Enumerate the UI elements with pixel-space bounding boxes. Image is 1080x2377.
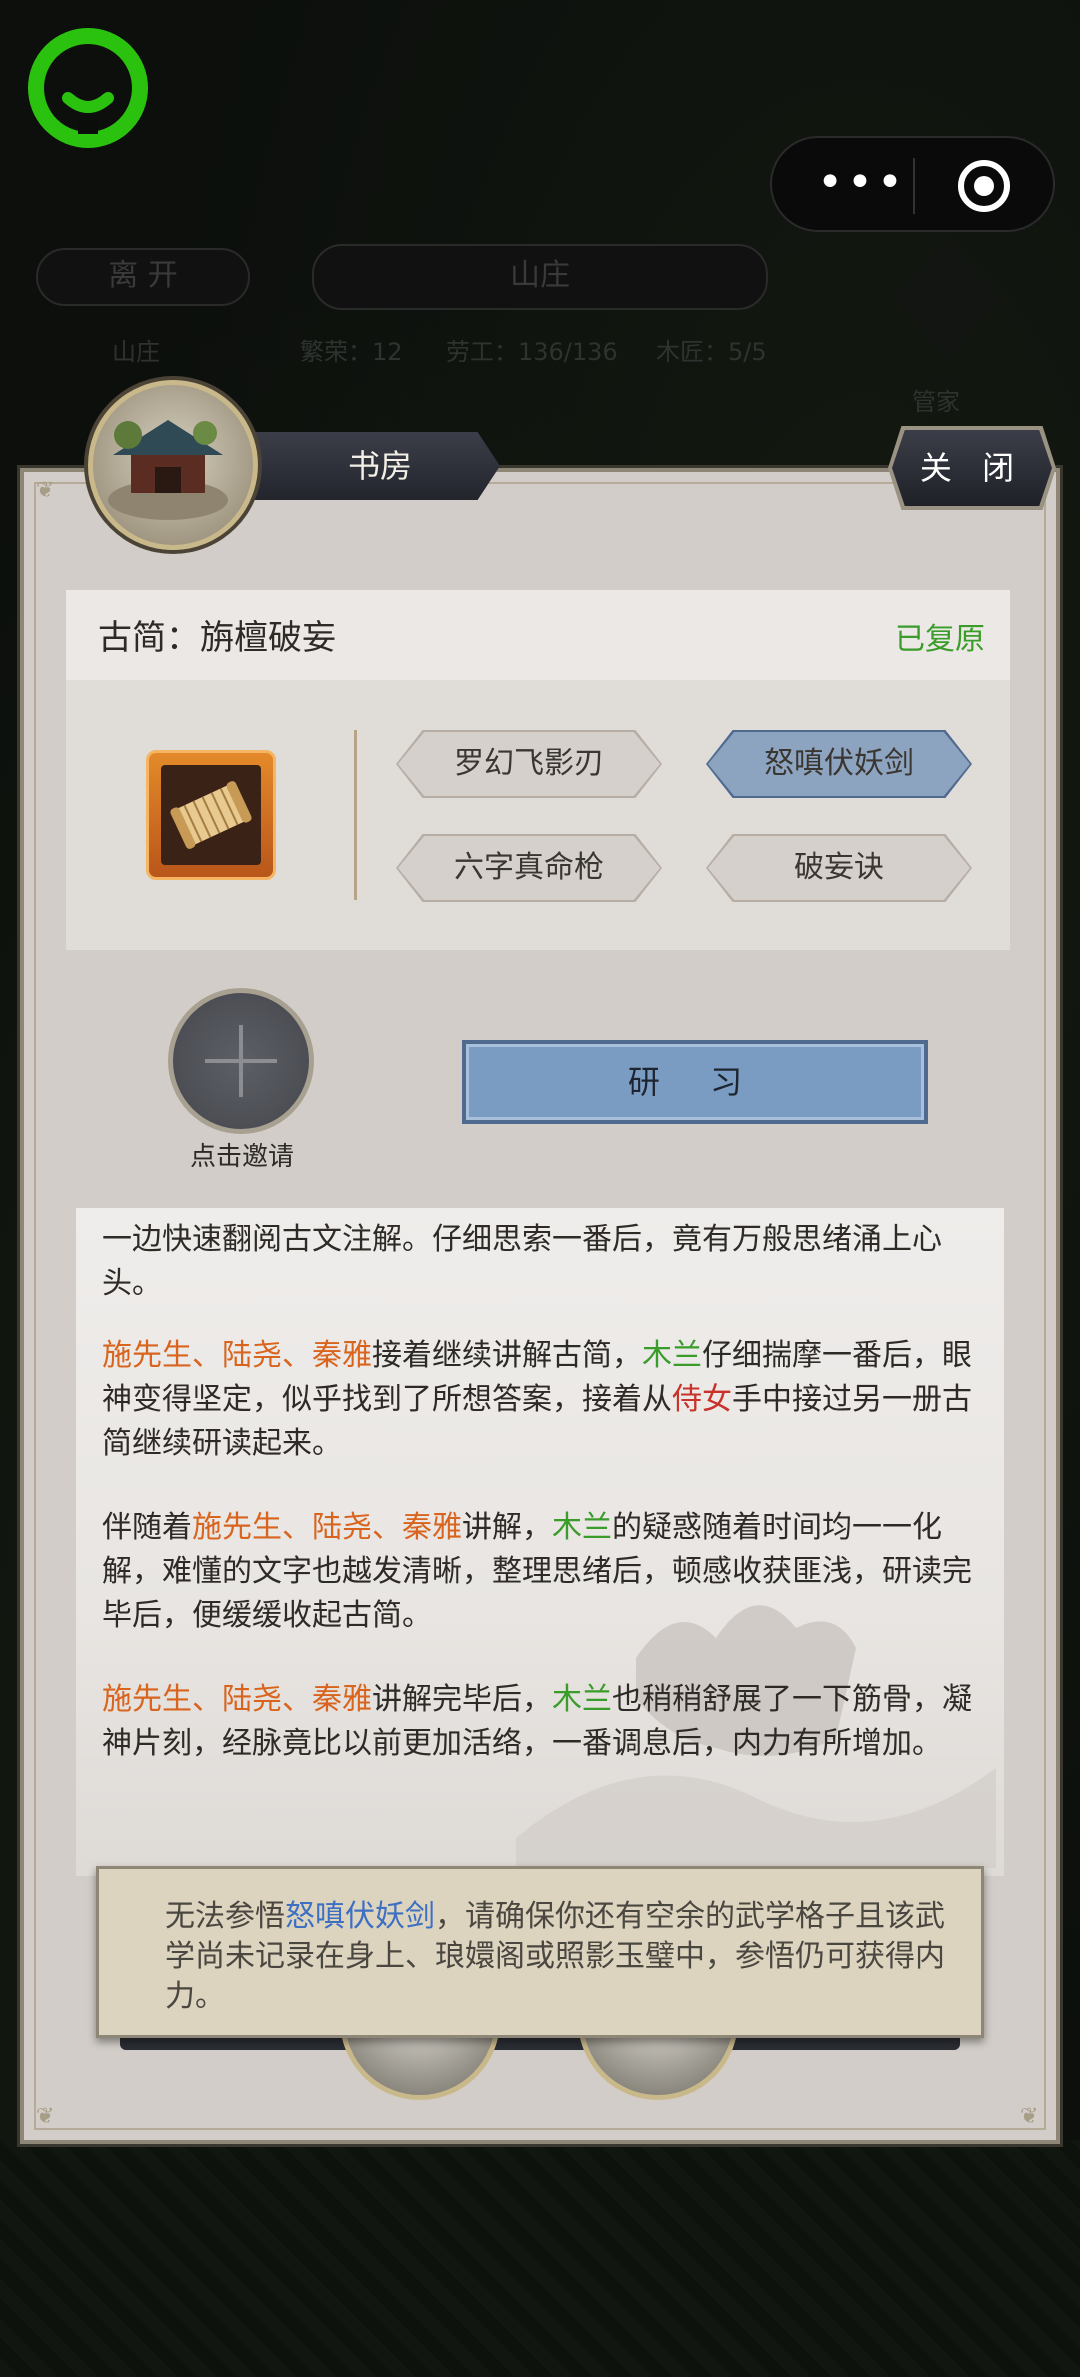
close-button[interactable]: 关 闭 (892, 430, 1052, 506)
scroll-status: 已复原 (895, 622, 985, 657)
manager-label: 管家 (912, 388, 960, 416)
scroll-item-icon[interactable] (146, 750, 276, 880)
teacher-names: 施先生、陆尧、秦雅 (102, 1338, 372, 1373)
panel-title: 书房 (347, 447, 412, 485)
hero-name: 木兰 (642, 1338, 702, 1373)
background-tiles (0, 2140, 1080, 2377)
log-paragraph-4: 施先生、陆尧、秦雅讲解完毕后，木兰也稍稍舒展了一下筋骨，凝神片刻，经脉竟比以前更… (102, 1678, 982, 1766)
log-text: 讲解， (462, 1510, 552, 1545)
leave-button: 离 开 (36, 248, 250, 306)
teacher-names: 施先生、陆尧、秦雅 (102, 1682, 372, 1717)
location-title: 山庄 (312, 244, 768, 310)
close-label: 关 闭 (919, 449, 1025, 487)
miniapp-logo-icon (28, 28, 148, 148)
target-icon[interactable] (956, 158, 1012, 214)
log-paragraph-2: 施先生、陆尧、秦雅接着继续讲解古简，木兰仔细揣摩一番后，眼神变得坚定，似乎找到了… (102, 1334, 982, 1466)
log-text: 一边快速翻阅古文注解。仔细思索一番后，竟有万般思绪涌上心头。 (102, 1222, 942, 1301)
notice-text: 无法参悟怒嗔伏妖剑，请确保你还有空余的武学格子且该武学尚未记录在身上、琅嬛阁或照… (165, 1897, 945, 2017)
skill-option-3[interactable]: 六字真命枪 (398, 836, 660, 900)
stat-labor: 劳工：136/136 (446, 338, 618, 366)
scroll-divider (354, 730, 357, 900)
teacher-names: 施先生、陆尧、秦雅 (192, 1510, 462, 1545)
stat-carpenter: 木匠：5/5 (656, 338, 767, 366)
panel-title-banner: 书房 (220, 432, 500, 500)
log-text: 讲解完毕后， (372, 1682, 552, 1717)
log-text: 接着继续讲解古简， (372, 1338, 642, 1373)
more-dots-icon[interactable]: ••• (812, 161, 912, 205)
log-paragraph-3: 伴随着施先生、陆尧、秦雅讲解，木兰的疑惑随着时间均一一化解，难懂的文字也越发清晰… (102, 1506, 982, 1638)
notice-toast: 无法参悟怒嗔伏妖剑，请确保你还有空余的武学格子且该武学尚未记录在身上、琅嬛阁或照… (96, 1866, 984, 2038)
corner-ornament: ❦ (1020, 2104, 1039, 2129)
hero-name: 木兰 (552, 1682, 612, 1717)
skill-option-4[interactable]: 破妄诀 (708, 836, 970, 900)
invite-button[interactable] (168, 988, 314, 1134)
skill-option-1[interactable]: 罗幻飞影刃 (398, 732, 660, 796)
invite-label: 点击邀请 (189, 1142, 294, 1172)
log-paragraph-1: 一边快速翻阅古文注解。仔细思索一番后，竟有万般思绪涌上心头。 (102, 1218, 982, 1306)
building-illustration (108, 420, 228, 520)
maid-name: 侍女 (672, 1382, 732, 1417)
hero-name: 木兰 (552, 1510, 612, 1545)
corner-ornament: ❦ (36, 478, 55, 503)
study-button[interactable]: 研 习 (462, 1040, 928, 1124)
leave-label: 离 开 (108, 258, 178, 293)
building-icon (88, 380, 258, 550)
plus-icon-vertical (239, 1025, 243, 1097)
scroll-title: 古简：旃檀破妄 (98, 618, 336, 658)
log-text: 伴随着 (102, 1510, 192, 1545)
miniapp-capsule: ••• (770, 136, 1055, 232)
location-label: 山庄 (510, 258, 570, 293)
scroll-graphic (170, 781, 252, 849)
study-label: 研 习 (627, 1063, 763, 1101)
stat-prosperity: 繁荣：12 (300, 338, 403, 366)
notice-skill-name: 怒嗔伏妖剑 (285, 1899, 435, 1934)
skill-option-2-selected[interactable]: 怒嗔伏妖剑 (708, 732, 970, 796)
capsule-divider (913, 158, 915, 214)
corner-ornament: ❦ (36, 2104, 55, 2129)
study-log[interactable]: 一边快速翻阅古文注解。仔细思索一番后，竟有万般思绪涌上心头。 施先生、陆尧、秦雅… (76, 1208, 1004, 1876)
notice-text-part: 无法参悟 (165, 1899, 285, 1934)
sub-label: 山庄 (112, 338, 160, 366)
